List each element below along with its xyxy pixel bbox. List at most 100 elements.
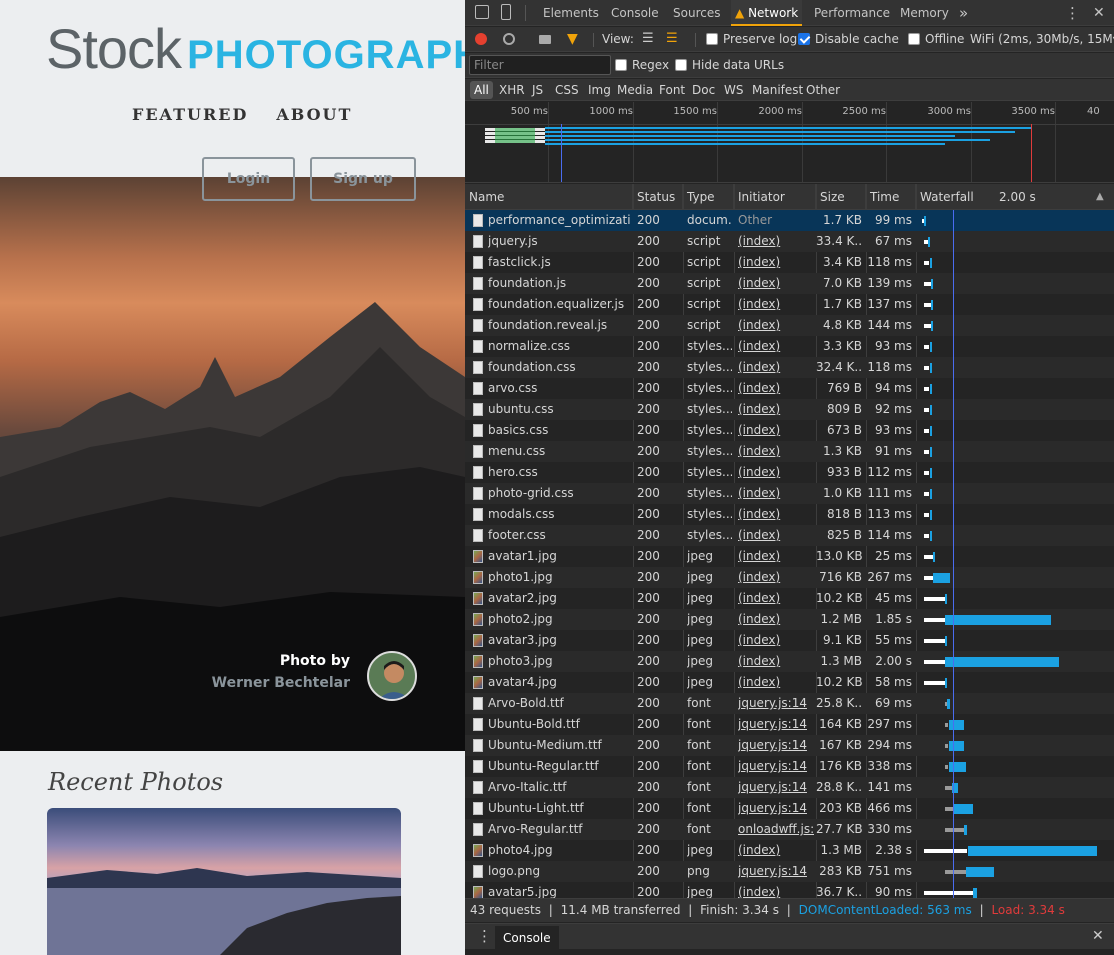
request-initiator[interactable]: jquery.js:14: [738, 714, 814, 735]
table-row[interactable]: foundation.css 200 styles... (index) 32.4 K.…: [465, 357, 1114, 378]
request-initiator[interactable]: (index): [738, 273, 814, 294]
login-button[interactable]: Login: [202, 157, 295, 201]
request-initiator[interactable]: jquery.js:14: [738, 798, 814, 819]
request-name[interactable]: avatar3.jpg: [488, 630, 631, 651]
request-name[interactable]: avatar2.jpg: [488, 588, 631, 609]
request-name[interactable]: normalize.css: [488, 336, 631, 357]
device-toolbar-icon[interactable]: [501, 4, 511, 20]
type-filter-js[interactable]: JS: [532, 81, 543, 99]
type-filter-css[interactable]: CSS: [555, 81, 579, 99]
request-initiator[interactable]: (index): [738, 672, 814, 693]
table-row[interactable]: arvo.css 200 styles... (index) 769 B 94 ms: [465, 378, 1114, 399]
inspect-element-icon[interactable]: [475, 5, 489, 19]
table-row[interactable]: avatar2.jpg 200 jpeg (index) 10.2 KB 45 ms: [465, 588, 1114, 609]
drawer-tab-console[interactable]: Console: [495, 926, 559, 950]
request-name[interactable]: foundation.equalizer.js: [488, 294, 631, 315]
type-filter-doc[interactable]: Doc: [692, 81, 715, 99]
request-initiator[interactable]: (index): [738, 651, 814, 672]
preserve-log-checkbox[interactable]: [706, 33, 718, 45]
table-row[interactable]: footer.css 200 styles... (index) 825 B 114 ms: [465, 525, 1114, 546]
type-filter-xhr[interactable]: XHR: [499, 81, 525, 99]
request-name[interactable]: logo.png: [488, 861, 631, 882]
filter-icon[interactable]: ▼: [567, 31, 578, 47]
recent-photo-thumbnail[interactable]: [47, 808, 401, 955]
request-initiator[interactable]: onloadwff.js:...: [738, 819, 814, 840]
type-filter-other[interactable]: Other: [806, 81, 840, 99]
type-filter-all[interactable]: All: [470, 81, 493, 99]
throttle-select[interactable]: WiFi (2ms, 30Mb/s, 15M▾: [970, 32, 1114, 46]
request-name[interactable]: foundation.css: [488, 357, 631, 378]
regex-checkbox[interactable]: [615, 59, 627, 71]
col-initiator[interactable]: Initiator: [734, 184, 816, 210]
tab-elements[interactable]: Elements: [543, 0, 599, 26]
table-row[interactable]: Ubuntu-Regular.ttf 200 font jquery.js:14 176…: [465, 756, 1114, 777]
table-row[interactable]: photo4.jpg 200 jpeg (index) 1.3 MB 2.38 s: [465, 840, 1114, 861]
request-name[interactable]: avatar4.jpg: [488, 672, 631, 693]
request-name[interactable]: photo4.jpg: [488, 840, 631, 861]
request-initiator[interactable]: jquery.js:14: [738, 777, 814, 798]
request-name[interactable]: foundation.js: [488, 273, 631, 294]
record-icon[interactable]: [475, 33, 487, 45]
drawer-close-icon[interactable]: ✕: [1092, 928, 1104, 944]
table-row[interactable]: performance_optimization/200 docum... Othe…: [465, 210, 1114, 231]
table-row[interactable]: avatar5.jpg 200 jpeg (index) 36.7 K... 90 ms: [465, 882, 1114, 898]
col-name[interactable]: Name: [465, 184, 633, 210]
request-initiator[interactable]: (index): [738, 399, 814, 420]
table-row[interactable]: fastclick.js 200 script (index) 3.4 KB 118 ms: [465, 252, 1114, 273]
table-row[interactable]: photo1.jpg 200 jpeg (index) 716 KB 267 ms: [465, 567, 1114, 588]
request-name[interactable]: avatar5.jpg: [488, 882, 631, 898]
request-name[interactable]: foundation.reveal.js: [488, 315, 631, 336]
col-time[interactable]: Time: [866, 184, 916, 210]
request-initiator[interactable]: (index): [738, 252, 814, 273]
table-row[interactable]: foundation.reveal.js 200 script (index) 4.8 …: [465, 315, 1114, 336]
tab-network[interactable]: ▲ Network: [731, 0, 803, 26]
request-initiator[interactable]: (index): [738, 567, 814, 588]
request-initiator[interactable]: (index): [738, 609, 814, 630]
devtools-menu-icon[interactable]: ⋮: [1065, 0, 1080, 26]
table-row[interactable]: Arvo-Italic.ttf 200 font jquery.js:14 28.8 K…: [465, 777, 1114, 798]
request-name[interactable]: Ubuntu-Bold.ttf: [488, 714, 631, 735]
preserve-log-toggle[interactable]: Preserve log: [706, 32, 797, 46]
filter-input[interactable]: Filter: [469, 55, 611, 75]
table-row[interactable]: Ubuntu-Bold.ttf 200 font jquery.js:14 164 KB…: [465, 714, 1114, 735]
table-row[interactable]: logo.png 200 png jquery.js:14 283 KB 751 ms: [465, 861, 1114, 882]
type-filter-manifest[interactable]: Manifest: [752, 81, 803, 99]
request-initiator[interactable]: (index): [738, 231, 814, 252]
request-initiator[interactable]: (index): [738, 504, 814, 525]
request-initiator[interactable]: (index): [738, 588, 814, 609]
request-name[interactable]: footer.css: [488, 525, 631, 546]
offline-toggle[interactable]: Offline: [908, 32, 964, 46]
table-row[interactable]: Ubuntu-Light.ttf 200 font jquery.js:14 203 K…: [465, 798, 1114, 819]
request-initiator[interactable]: jquery.js:14: [738, 861, 814, 882]
requests-table-body[interactable]: performance_optimization/200 docum... Othe…: [465, 210, 1114, 898]
col-waterfall[interactable]: Waterfall 2.00 s ▲: [916, 184, 1114, 210]
request-name[interactable]: jquery.js: [488, 231, 631, 252]
table-row[interactable]: foundation.equalizer.js 200 script (index) 1…: [465, 294, 1114, 315]
table-row[interactable]: foundation.js 200 script (index) 7.0 KB 139 m…: [465, 273, 1114, 294]
request-initiator[interactable]: (index): [738, 462, 814, 483]
request-initiator[interactable]: jquery.js:14: [738, 693, 814, 714]
more-tabs-icon[interactable]: »: [959, 0, 968, 26]
request-name[interactable]: photo1.jpg: [488, 567, 631, 588]
site-logo[interactable]: StockPHOTOGRAPHY: [46, 16, 465, 81]
table-row[interactable]: modals.css 200 styles... (index) 818 B 113 ms: [465, 504, 1114, 525]
request-name[interactable]: menu.css: [488, 441, 631, 462]
nav-about[interactable]: ABOUT: [276, 105, 352, 124]
request-initiator[interactable]: (index): [738, 420, 814, 441]
request-initiator[interactable]: (index): [738, 840, 814, 861]
table-row[interactable]: avatar4.jpg 200 jpeg (index) 10.2 KB 58 ms: [465, 672, 1114, 693]
request-name[interactable]: Arvo-Regular.ttf: [488, 819, 631, 840]
request-name[interactable]: Arvo-Bold.ttf: [488, 693, 631, 714]
table-row[interactable]: Arvo-Regular.ttf 200 font onloadwff.js:...2…: [465, 819, 1114, 840]
screenshot-icon[interactable]: [539, 35, 551, 44]
hide-data-urls-checkbox[interactable]: [675, 59, 687, 71]
table-row[interactable]: Ubuntu-Medium.ttf 200 font jquery.js:14 167 …: [465, 735, 1114, 756]
request-name[interactable]: photo2.jpg: [488, 609, 631, 630]
disable-cache-checkbox[interactable]: [798, 33, 810, 45]
tab-console[interactable]: Console: [611, 0, 659, 26]
type-filter-font[interactable]: Font: [659, 81, 685, 99]
type-filter-media[interactable]: Media: [617, 81, 653, 99]
nav-featured[interactable]: FEATURED: [132, 105, 248, 124]
request-name[interactable]: photo-grid.css: [488, 483, 631, 504]
table-row[interactable]: avatar3.jpg 200 jpeg (index) 9.1 KB 55 ms: [465, 630, 1114, 651]
